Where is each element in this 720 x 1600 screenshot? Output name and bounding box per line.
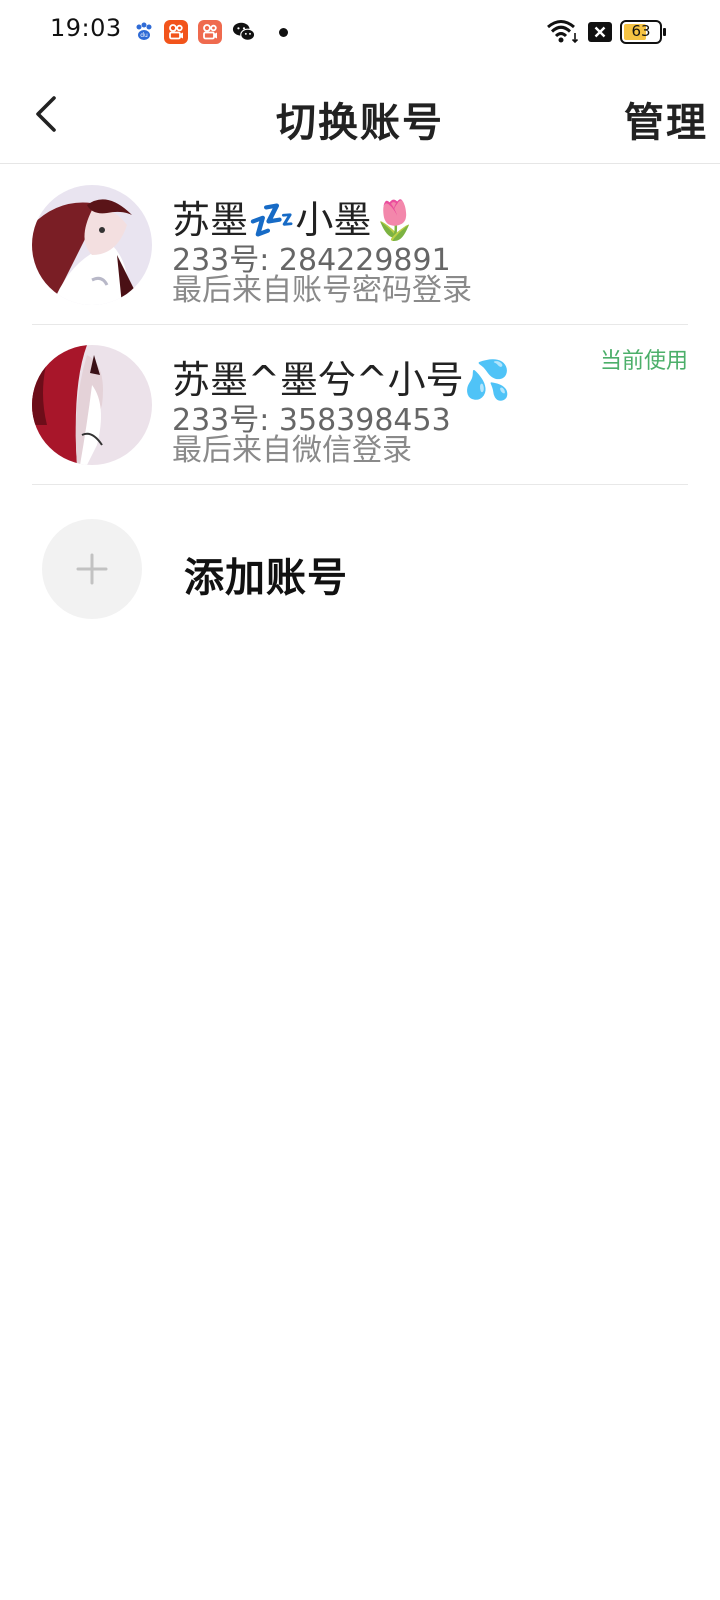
baidu-icon: du <box>136 22 152 40</box>
more-dot-icon <box>279 28 288 37</box>
battery-icon: 63 <box>620 20 666 44</box>
no-sim-icon <box>588 22 612 42</box>
system-status-icons: 63 <box>520 0 720 64</box>
account-last-login: 最后来自微信登录 <box>172 433 412 468</box>
battery-level: 63 <box>631 22 651 40</box>
top-app-bar: 切换账号 管理 <box>0 64 720 164</box>
status-bar: 19:03 du 63 <box>0 0 720 64</box>
wifi-icon <box>547 20 579 44</box>
account-last-login: 最后来自账号密码登录 <box>172 273 472 308</box>
kuaishou-icon <box>164 20 188 44</box>
page-title: 切换账号 <box>276 100 444 146</box>
manage-button[interactable]: 管理 <box>624 90 708 148</box>
account-item[interactable]: 苏墨^墨兮^小号💦 233号: 358398453 最后来自微信登录 当前使用 <box>32 325 688 485</box>
kuaishou-icon <box>198 20 222 44</box>
add-account-button[interactable]: 添加账号 <box>32 505 688 625</box>
svg-text:du: du <box>140 32 148 39</box>
avatar <box>32 185 152 305</box>
plus-icon <box>76 553 108 585</box>
status-time: 19:03 <box>50 14 122 42</box>
add-account-label: 添加账号 <box>184 555 348 601</box>
add-circle <box>42 519 142 619</box>
wechat-icon <box>232 22 256 41</box>
current-account-badge: 当前使用 <box>599 349 688 374</box>
avatar <box>32 345 152 465</box>
account-item[interactable]: 苏墨💤小墨🌷 233号: 284229891 最后来自账号密码登录 <box>32 165 688 325</box>
